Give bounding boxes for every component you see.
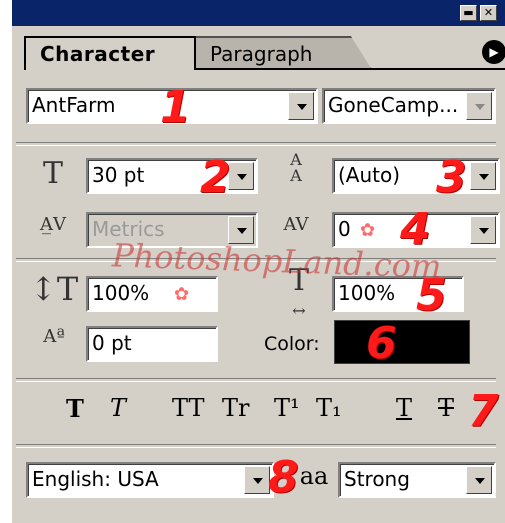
font-style-dropdown[interactable]: GoneCamp... bbox=[322, 88, 496, 124]
all-caps-button[interactable]: TT bbox=[172, 394, 204, 422]
baseline-shift-icon: Aª bbox=[43, 326, 65, 347]
horizontal-scale-value: 100% bbox=[338, 281, 396, 305]
chevron-down-icon[interactable] bbox=[288, 92, 314, 120]
chevron-down-icon[interactable] bbox=[466, 466, 492, 494]
strikethrough-button[interactable]: T bbox=[438, 394, 454, 422]
antialias-value: Strong bbox=[344, 467, 410, 491]
annotation-number: 6 bbox=[366, 318, 397, 369]
underline-button[interactable]: T bbox=[396, 394, 412, 422]
font-size-icon: T bbox=[42, 156, 63, 191]
antialias-icon: aa bbox=[299, 462, 329, 490]
vertical-scale-icon: ↕T bbox=[30, 270, 79, 308]
font-style-value: GoneCamp... bbox=[328, 93, 459, 117]
language-value: English: USA bbox=[32, 467, 159, 491]
close-icon[interactable]: ✕ bbox=[480, 5, 497, 21]
antialias-dropdown[interactable]: Strong bbox=[338, 462, 496, 498]
tab-underline bbox=[196, 68, 505, 70]
divider bbox=[16, 444, 496, 448]
divider bbox=[16, 378, 496, 382]
chevron-down-icon[interactable] bbox=[470, 216, 496, 244]
language-dropdown[interactable]: English: USA bbox=[26, 462, 274, 498]
leading-value: (Auto) bbox=[338, 163, 401, 187]
baseline-shift-field[interactable]: 0 pt bbox=[86, 326, 218, 362]
superscript-button[interactable]: T¹ bbox=[274, 394, 300, 422]
divider bbox=[16, 142, 496, 146]
baseline-shift-value: 0 pt bbox=[92, 331, 132, 355]
annotation-number: 4 bbox=[400, 204, 431, 255]
leading-icon: AA bbox=[290, 150, 302, 185]
vertical-scale-value: 100% bbox=[92, 281, 150, 305]
font-size-value: 30 pt bbox=[92, 163, 145, 187]
small-caps-button[interactable]: Tr bbox=[222, 394, 249, 422]
chevron-down-icon[interactable] bbox=[470, 162, 496, 190]
font-size-field[interactable]: 30 pt bbox=[86, 158, 258, 194]
chevron-down-icon[interactable] bbox=[244, 466, 270, 494]
faux-bold-button[interactable]: T bbox=[66, 394, 84, 423]
chevron-down-icon[interactable] bbox=[228, 162, 254, 190]
tracking-value: 0 bbox=[338, 217, 351, 241]
font-family-value: AntFarm bbox=[32, 93, 116, 117]
panel-menu-arrow-icon[interactable]: ▶ bbox=[482, 40, 505, 64]
tracking-icon: AV bbox=[283, 214, 309, 235]
vertical-scale-field[interactable]: 100% bbox=[86, 276, 218, 312]
annotation-number: 7 bbox=[468, 386, 499, 437]
annotation-number: 3 bbox=[436, 152, 467, 203]
chevron-down-icon[interactable] bbox=[466, 92, 492, 120]
tab-bar: Character Paragraph ▶ bbox=[12, 26, 505, 70]
color-label: Color: bbox=[264, 333, 320, 355]
tab-paragraph[interactable]: Paragraph bbox=[196, 36, 372, 70]
kerning-icon: A̲V bbox=[40, 214, 66, 235]
subscript-button[interactable]: T₁ bbox=[316, 394, 342, 422]
flame-mark: ✿ bbox=[174, 284, 190, 305]
annotation-number: 1 bbox=[160, 82, 191, 133]
annotation-number: 2 bbox=[200, 152, 231, 203]
minimize-icon[interactable]: ▬ bbox=[460, 5, 477, 21]
leading-field[interactable]: (Auto) bbox=[332, 158, 500, 194]
color-swatch[interactable] bbox=[334, 320, 470, 364]
tab-character[interactable]: Character bbox=[24, 36, 196, 70]
annotation-number: 5 bbox=[416, 270, 447, 321]
flame-mark: ✿ bbox=[360, 220, 376, 241]
faux-italic-button[interactable]: T bbox=[110, 394, 126, 422]
panel-titlebar: ▬ ✕ bbox=[12, 0, 505, 26]
character-panel: ▬ ✕ Character Paragraph ▶ AntFarm GoneCa… bbox=[12, 0, 505, 523]
annotation-number: 8 bbox=[268, 452, 299, 503]
